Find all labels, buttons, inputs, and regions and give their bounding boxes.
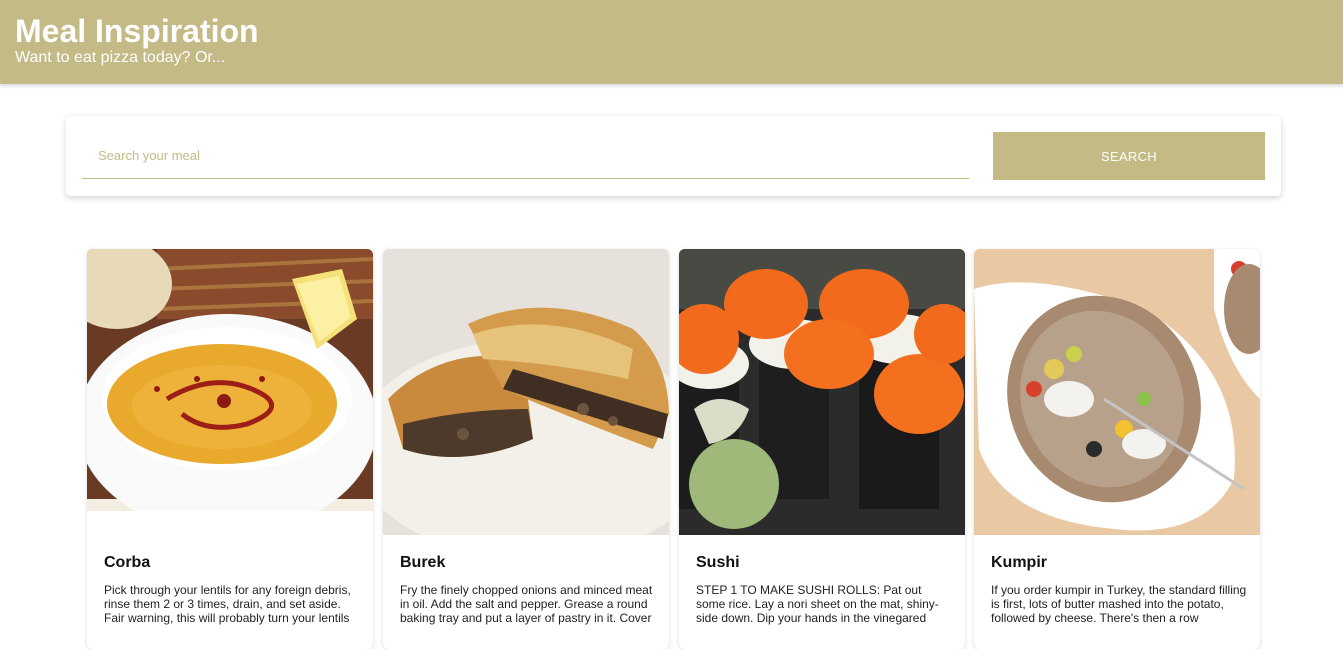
page-title: Meal Inspiration (15, 13, 259, 49)
burek-pastry-image[interactable] (383, 249, 669, 535)
app-header: Meal Inspiration Want to eat pizza today… (0, 0, 1343, 84)
meal-description: STEP 1 TO MAKE SUSHI ROLLS: Pat out some… (696, 583, 939, 625)
meal-title: Burek (400, 554, 446, 571)
search-panel: SEARCH (66, 116, 1281, 196)
sushi-rolls-image[interactable] (679, 249, 965, 535)
meal-card[interactable]: Corba Pick through your lentils for any … (87, 249, 373, 649)
meal-card[interactable]: Sushi STEP 1 TO MAKE SUSHI ROLLS: Pat ou… (679, 249, 965, 649)
lentil-soup-image[interactable] (87, 249, 373, 535)
meal-card[interactable]: Kumpir If you order kumpir in Turkey, th… (974, 249, 1260, 649)
page-subtitle: Want to eat pizza today? Or... (15, 49, 226, 66)
search-button[interactable]: SEARCH (993, 132, 1265, 180)
meal-card-list: Corba Pick through your lentils for any … (87, 249, 1260, 649)
meal-description: Fry the finely chopped onions and minced… (400, 583, 653, 625)
kumpir-potato-image[interactable] (974, 249, 1260, 535)
meal-description: If you order kumpir in Turkey, the stand… (991, 583, 1247, 625)
search-input[interactable] (82, 132, 969, 179)
meal-card[interactable]: Burek Fry the finely chopped onions and … (383, 249, 669, 649)
meal-description: Pick through your lentils for any foreig… (104, 583, 351, 625)
meal-title: Sushi (696, 554, 740, 571)
meal-title: Kumpir (991, 554, 1047, 571)
meal-title: Corba (104, 554, 151, 571)
